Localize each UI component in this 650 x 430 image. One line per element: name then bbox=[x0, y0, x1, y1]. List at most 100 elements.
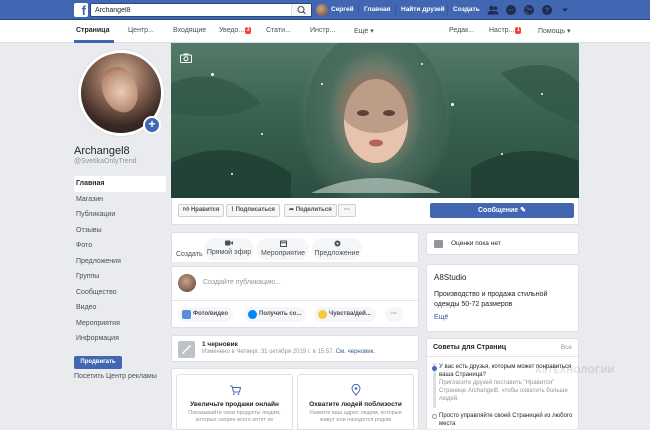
separator bbox=[447, 5, 448, 15]
promo-card-local[interactable]: Охватите людей поблизости Укажите ваш ад… bbox=[297, 374, 414, 430]
offer-pill: Предложение bbox=[312, 238, 362, 260]
facebook-logo-icon[interactable]: f bbox=[74, 3, 88, 17]
event-label: Мероприятие bbox=[261, 250, 305, 257]
like-button-label: Нравится bbox=[190, 207, 220, 213]
tips-see-all-link[interactable]: Все bbox=[561, 344, 572, 351]
search-icon bbox=[297, 5, 306, 15]
page-username[interactable]: @SvetikaOnlyTrend bbox=[74, 158, 136, 165]
help-icon[interactable]: ? bbox=[541, 4, 553, 16]
snowflake bbox=[321, 83, 323, 85]
nav-item-videos[interactable]: Видео bbox=[74, 300, 166, 316]
tab-page[interactable]: Страница bbox=[76, 27, 109, 34]
ads-center-link[interactable]: Посетить Центр рекламы bbox=[74, 373, 157, 380]
video-camera-icon bbox=[225, 240, 233, 246]
feelings-label: Чувства/дей... bbox=[329, 311, 371, 317]
follow-button-label: Подписаться bbox=[235, 207, 275, 213]
create-link[interactable]: Создать bbox=[453, 6, 480, 13]
edit-page-link[interactable]: Редак... bbox=[449, 27, 474, 34]
cover-photo[interactable] bbox=[171, 43, 579, 198]
live-video-pill: Прямой эфир bbox=[204, 238, 254, 260]
compose-input[interactable]: Создайте публикацию... bbox=[203, 279, 281, 286]
tab-statistics[interactable]: Стати... bbox=[266, 27, 291, 34]
search-button[interactable] bbox=[291, 4, 311, 16]
user-avatar[interactable] bbox=[316, 4, 328, 16]
settings-link[interactable]: Настр... 1 bbox=[489, 27, 522, 34]
add-profile-photo-icon[interactable]: + bbox=[143, 116, 161, 134]
notifications-globe-icon[interactable] bbox=[523, 4, 535, 16]
photo-video-label: Фото/видео bbox=[193, 311, 229, 317]
tip-manage-anywhere[interactable]: Просто управляйте своей Страницей из люб… bbox=[439, 412, 579, 428]
offer-label: Предложение bbox=[314, 250, 360, 257]
nav-item-shop[interactable]: Магазин bbox=[74, 192, 166, 208]
nav-item-posts[interactable]: Публикации bbox=[74, 207, 166, 223]
tip-marker-icon bbox=[432, 414, 437, 419]
notifications-badge: 3 bbox=[245, 27, 252, 34]
search-input[interactable] bbox=[91, 4, 281, 16]
dropdown-arrow-icon[interactable] bbox=[559, 4, 571, 16]
more-options-chip[interactable]: ··· bbox=[385, 307, 403, 322]
tab-inbox[interactable]: Входящие bbox=[173, 27, 206, 34]
send-message-button[interactable]: Сообщение ✎ bbox=[430, 203, 574, 218]
send-message-label: Сообщение bbox=[478, 207, 519, 214]
follow-button[interactable]: ⌇ Подписаться bbox=[226, 204, 280, 217]
tips-title: Советы для Страниц bbox=[433, 344, 507, 351]
tag-icon bbox=[334, 240, 340, 247]
page-title: Archangel8 bbox=[74, 145, 130, 157]
snowflake bbox=[231, 173, 233, 175]
tab-tools[interactable]: Инстр... bbox=[310, 27, 335, 34]
home-link[interactable]: Главная bbox=[364, 6, 390, 13]
like-button[interactable]: 👍︎ Нравится bbox=[178, 204, 225, 217]
view-draft-link[interactable]: См. черновик. bbox=[336, 349, 375, 355]
promo-card-local-text: Укажите ваш адрес людям, которые живут и… bbox=[309, 410, 402, 423]
settings-badge: 1 bbox=[515, 27, 522, 34]
page-tabs-bar: Страница Центр... Входящие Уведо... 3 Ста… bbox=[0, 20, 650, 43]
tip-marker-icon bbox=[432, 366, 437, 371]
nav-item-groups[interactable]: Группы bbox=[74, 269, 166, 285]
tab-live-video[interactable]: Прямой эфир bbox=[204, 238, 254, 260]
top-navigation-bar: f Сергей Главная Найти друзей Создать ? bbox=[0, 0, 650, 20]
find-friends-link[interactable]: Найти друзей bbox=[401, 6, 445, 13]
reviews-text: Оценки пока нет bbox=[451, 240, 501, 247]
nav-item-photos[interactable]: Фото bbox=[74, 238, 166, 254]
about-more-link[interactable]: Ещё bbox=[434, 314, 448, 321]
rss-icon: ⌇ bbox=[231, 207, 234, 213]
nav-item-events[interactable]: Мероприятия bbox=[74, 316, 166, 332]
chat-bubble-icon bbox=[434, 240, 443, 248]
promotion-cards: Увеличьте продажи онлайн Показывайте сво… bbox=[171, 368, 419, 430]
photo-video-chip[interactable]: Фото/видео bbox=[178, 307, 234, 322]
promo-card-sales[interactable]: Увеличьте продажи онлайн Показывайте сво… bbox=[176, 374, 293, 430]
camera-icon[interactable] bbox=[180, 53, 192, 63]
snowflake bbox=[541, 93, 543, 95]
get-messages-chip[interactable]: Получить со... bbox=[244, 307, 307, 322]
friend-requests-icon[interactable] bbox=[487, 4, 499, 16]
nav-item-reviews[interactable]: Отзывы bbox=[74, 223, 166, 239]
messenger-icon[interactable] bbox=[505, 4, 517, 16]
user-name-link[interactable]: Сергей bbox=[331, 6, 354, 13]
draft-meta: Изменено в Четверг, 31 октября 2019 г. в… bbox=[202, 349, 375, 355]
help-menu[interactable]: Помощь ▾ bbox=[538, 27, 571, 35]
share-button[interactable]: ➦ Поделиться bbox=[284, 204, 337, 217]
tab-notifications[interactable]: Уведо... 3 bbox=[219, 27, 252, 34]
draft-modified-text: Изменено в Четверг, 31 октября 2019 г. в… bbox=[202, 349, 335, 355]
draft-title[interactable]: 1 черновик bbox=[202, 341, 238, 348]
promote-button[interactable]: Продвигать bbox=[74, 356, 122, 369]
drafts-card: 1 черновик Изменено в Четверг, 31 октябр… bbox=[171, 335, 419, 362]
snowflake bbox=[421, 63, 423, 65]
tab-event[interactable]: Мероприятие bbox=[257, 238, 309, 260]
nav-item-info[interactable]: Информация bbox=[74, 331, 166, 347]
photo-icon bbox=[182, 310, 191, 319]
nav-item-home[interactable]: Главная bbox=[74, 176, 166, 192]
nav-item-offers[interactable]: Предложения bbox=[74, 254, 166, 270]
divider bbox=[427, 356, 578, 357]
feelings-chip[interactable]: Чувства/дей... bbox=[314, 307, 376, 322]
tab-offer[interactable]: Предложение bbox=[312, 238, 362, 260]
tab-more[interactable]: Ещё ▾ bbox=[354, 27, 374, 35]
more-actions-button[interactable]: ··· bbox=[338, 204, 356, 217]
tab-notifications-label: Уведо... bbox=[219, 27, 245, 34]
settings-label: Настр... bbox=[489, 27, 515, 34]
tab-center[interactable]: Центр... bbox=[128, 27, 154, 34]
tip-invite-text: Пригласите друзей поставить "Нравится" С… bbox=[439, 380, 568, 402]
profile-picture-face bbox=[96, 62, 144, 118]
get-messages-label: Получить со... bbox=[259, 311, 302, 317]
nav-item-community[interactable]: Сообщество bbox=[74, 285, 166, 301]
